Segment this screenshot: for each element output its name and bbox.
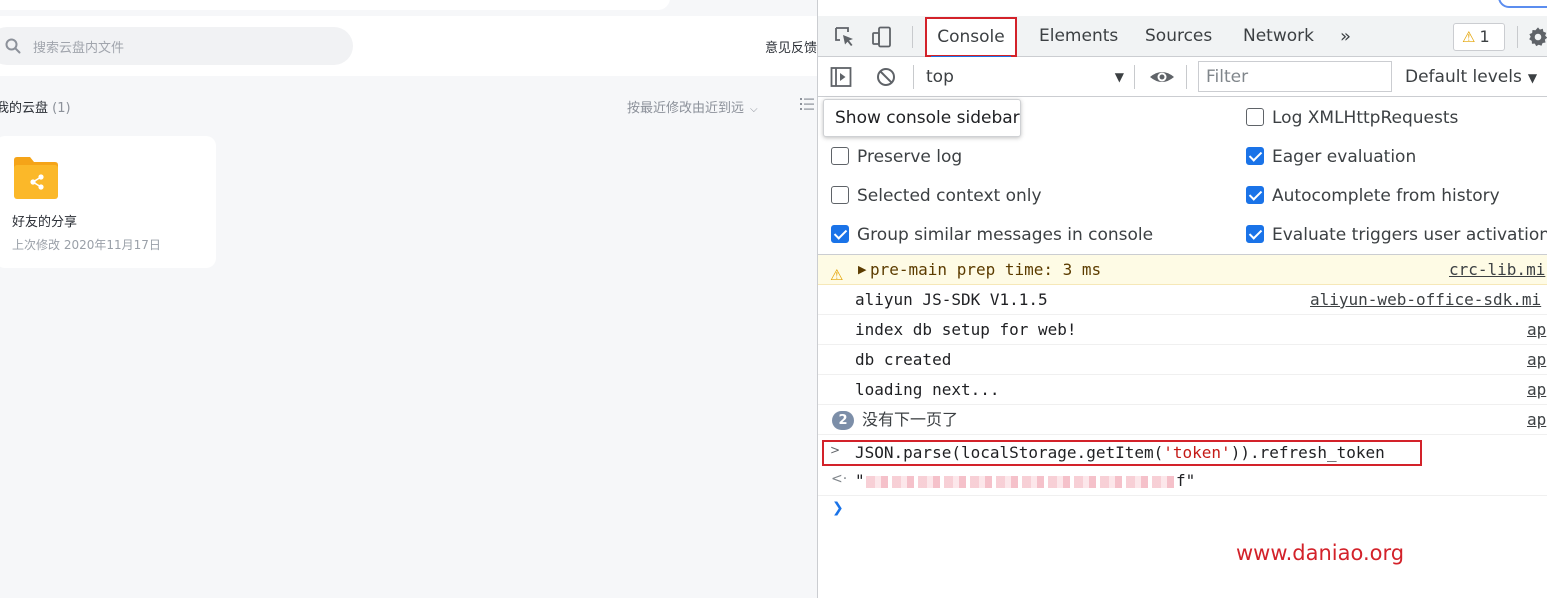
sidebar-toggle-icon[interactable] — [830, 66, 852, 88]
source-link[interactable]: ap — [1527, 375, 1546, 405]
more-tabs-button[interactable]: » — [1340, 16, 1351, 57]
folder-card[interactable]: 好友的分享 上次修改 2020年11月17日 — [0, 136, 216, 268]
console-toolbar: top ▼ Default levels ▼ — [818, 57, 1547, 97]
source-link[interactable]: ap — [1527, 315, 1546, 345]
filter-input[interactable] — [1198, 61, 1392, 92]
folder-modified: 上次修改 2020年11月17日 — [12, 238, 161, 252]
warning-icon: ⚠ — [1462, 28, 1476, 46]
console-prompt[interactable]: ❯ — [818, 496, 1547, 526]
gear-icon[interactable] — [1527, 26, 1547, 48]
search-icon — [5, 38, 21, 54]
source-link[interactable]: ap — [1527, 405, 1546, 435]
console-settings: Preserve log Selected context only Group… — [818, 97, 1547, 255]
expand-triangle-icon[interactable]: ▶ — [858, 255, 866, 285]
redacted-token — [866, 476, 1176, 488]
log-levels-select[interactable]: Default levels ▼ — [1405, 63, 1537, 92]
checkbox-checked[interactable] — [1246, 225, 1264, 243]
console-messages: ⚠ ▶ pre-main prep time: 3 ms crc-lib.mi … — [818, 255, 1547, 598]
eye-icon[interactable] — [1149, 66, 1175, 88]
source-link[interactable]: crc-lib.mi — [1449, 255, 1545, 285]
inspect-element-icon[interactable] — [833, 25, 857, 49]
cloud-drive-app: 搜索云盘内文件 意见反馈 我的云盘 (1) 按最近修改由近到远 ⌵ 好友的分享 上… — [0, 0, 818, 598]
avatar[interactable] — [1498, 0, 1547, 8]
context-select[interactable]: top ▼ — [926, 63, 1124, 91]
console-message: loading next... ap — [818, 375, 1547, 405]
devtools-panel: Console Elements Sources Network » ⚠ 1 to… — [817, 0, 1547, 598]
input-prompt-icon: > — [830, 443, 841, 457]
device-toolbar-icon[interactable] — [870, 25, 894, 49]
item-count: (1) — [52, 101, 71, 116]
command-text: JSON.parse(localStorage.getItem('token')… — [855, 443, 1385, 462]
divider — [913, 65, 914, 89]
result-arrow-icon: <· — [831, 471, 848, 487]
top-pill — [0, 0, 670, 10]
devtools-tabbar: Console Elements Sources Network » ⚠ 1 — [818, 16, 1547, 58]
console-message: aliyun JS-SDK V1.1.5 aliyun-web-office-s… — [818, 285, 1547, 315]
tab-network[interactable]: Network — [1243, 16, 1314, 57]
search-placeholder: 搜索云盘内文件 — [33, 41, 125, 56]
checkbox[interactable] — [831, 147, 849, 165]
checkbox-checked[interactable] — [831, 225, 849, 243]
chevron-right-icon: ❯ — [832, 500, 844, 516]
breadcrumb: 我的云盘 (1) — [0, 97, 71, 116]
sort-label: 按最近修改由近到远 — [627, 101, 745, 116]
tab-sources[interactable]: Sources — [1145, 16, 1212, 57]
folder-name: 好友的分享 — [12, 215, 78, 230]
levels-value: Default levels — [1405, 67, 1522, 87]
source-link[interactable]: aliyun-web-office-sdk.mi — [1310, 285, 1541, 315]
watermark: www.daniao.org — [1236, 541, 1405, 565]
warning-count: 1 — [1479, 27, 1490, 46]
feedback-link[interactable]: 意见反馈 — [765, 37, 817, 56]
checkbox-checked[interactable] — [1246, 186, 1264, 204]
sort-button[interactable]: 按最近修改由近到远 ⌵ — [627, 97, 758, 116]
console-message: index db setup for web! ap — [818, 315, 1547, 345]
clear-console-icon[interactable] — [875, 66, 897, 88]
app-header: 搜索云盘内文件 意见反馈 — [0, 16, 818, 76]
chevron-down-icon: ⌵ — [750, 104, 758, 115]
top-strip — [0, 0, 818, 16]
checkbox-checked[interactable] — [1246, 147, 1264, 165]
console-input-command[interactable]: > JSON.parse(localStorage.getItem('token… — [822, 440, 1422, 466]
result-close-quote: f" — [1176, 471, 1196, 490]
console-result: <· " f" — [818, 468, 1547, 496]
divider — [1517, 26, 1518, 48]
console-message: db created ap — [818, 345, 1547, 375]
dropdown-arrow-icon: ▼ — [1527, 71, 1538, 85]
dropdown-arrow-icon: ▼ — [1114, 70, 1124, 84]
divider — [1186, 65, 1187, 89]
tab-elements[interactable]: Elements — [1039, 16, 1118, 57]
context-value: top — [926, 67, 954, 87]
console-message: 2 没有下一页了 ap — [818, 405, 1547, 435]
list-view-icon[interactable] — [800, 98, 814, 110]
divider — [912, 26, 913, 48]
divider — [1134, 65, 1135, 89]
shared-folder-icon — [14, 157, 58, 199]
source-link[interactable]: ap — [1527, 345, 1546, 375]
repeat-count-badge: 2 — [832, 411, 854, 430]
result-open-quote: " — [855, 471, 865, 490]
tooltip: Show console sidebar — [823, 99, 1021, 137]
checkbox[interactable] — [1246, 108, 1264, 126]
checkbox[interactable] — [831, 186, 849, 204]
search-input[interactable]: 搜索云盘内文件 — [0, 27, 353, 65]
breadcrumb-title: 我的云盘 — [0, 101, 49, 116]
warning-count-badge[interactable]: ⚠ 1 — [1453, 23, 1505, 51]
tab-console[interactable]: Console — [925, 17, 1017, 58]
console-message-warning: ⚠ ▶ pre-main prep time: 3 ms crc-lib.mi — [818, 255, 1547, 285]
